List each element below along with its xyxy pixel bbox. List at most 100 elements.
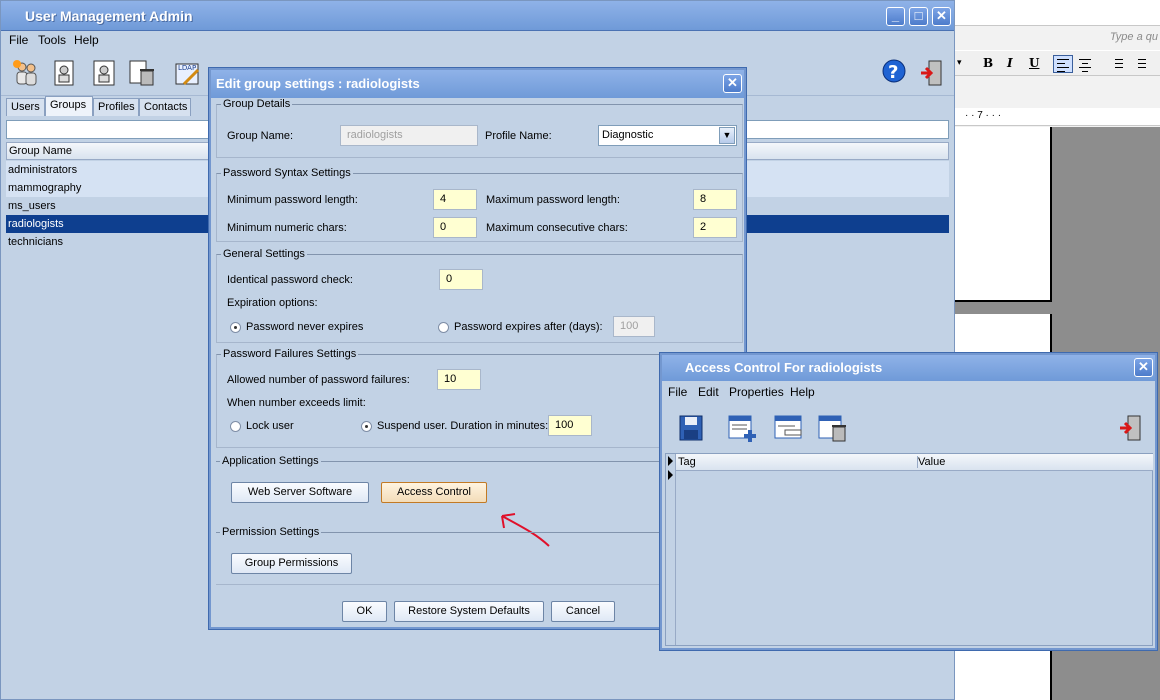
- section-legend: General Settings: [223, 248, 305, 260]
- italic-icon[interactable]: I: [1007, 56, 1013, 70]
- never-expires-radio[interactable]: [230, 322, 241, 333]
- min-length-field[interactable]: 4: [433, 189, 477, 210]
- min-length-label: Minimum password length:: [227, 194, 358, 206]
- dropdown-arrow-icon[interactable]: ▾: [957, 58, 962, 68]
- svg-text:?: ?: [888, 62, 898, 83]
- web-server-software-button[interactable]: Web Server Software: [231, 482, 369, 503]
- group-name-field: radiologists: [340, 125, 478, 146]
- expires-after-radio[interactable]: [438, 322, 449, 333]
- expiration-options-label: Expiration options:: [227, 297, 318, 309]
- delete-user-icon[interactable]: [125, 56, 159, 90]
- ask-question-box[interactable]: Type a qu: [1110, 31, 1158, 43]
- add-entry-icon[interactable]: [726, 411, 760, 445]
- max-length-label: Maximum password length:: [486, 194, 620, 206]
- main-titlebar: User Management Admin _ □ ✕: [1, 1, 954, 31]
- allowed-failures-label: Allowed number of password failures:: [227, 374, 410, 386]
- add-users-icon[interactable]: [9, 56, 43, 90]
- formatting-toolbar: ▾ B I U: [955, 50, 1160, 76]
- column-header-tag[interactable]: Tag: [678, 456, 696, 468]
- ldap-icon[interactable]: LDAP: [171, 56, 205, 90]
- max-consecutive-label: Maximum consecutive chars:: [486, 222, 628, 234]
- minimize-button[interactable]: _: [886, 7, 905, 26]
- numbering-icon[interactable]: [1107, 55, 1127, 73]
- table-header: Tag Value: [676, 454, 1153, 471]
- save-icon[interactable]: [674, 411, 708, 445]
- edit-entry-icon[interactable]: [772, 411, 806, 445]
- section-legend: Password Failures Settings: [223, 348, 357, 360]
- chevron-down-icon[interactable]: ▼: [719, 127, 735, 144]
- max-length-field[interactable]: 8: [693, 189, 737, 210]
- exit-icon[interactable]: [915, 56, 949, 90]
- document-page: [955, 127, 1052, 302]
- document-ruler: · · 7 · · ·: [955, 108, 1160, 126]
- profile-name-select[interactable]: Diagnostic ▼: [598, 125, 737, 146]
- access-menu-file[interactable]: File: [668, 385, 687, 399]
- max-consecutive-field[interactable]: 2: [693, 217, 737, 238]
- access-menu-help[interactable]: Help: [790, 385, 815, 399]
- row-header-column: [666, 454, 676, 645]
- suspend-duration-field[interactable]: 100: [548, 415, 592, 436]
- access-window-title: Access Control For radiologists: [685, 360, 883, 375]
- access-menu-properties[interactable]: Properties: [729, 385, 784, 399]
- tab-contacts[interactable]: Contacts: [139, 98, 191, 116]
- min-numeric-field[interactable]: 0: [433, 217, 477, 238]
- main-menubar: File Tools Help: [1, 31, 954, 51]
- align-center-icon[interactable]: [1075, 55, 1095, 73]
- column-header-value[interactable]: Value: [917, 456, 945, 468]
- section-legend: Group Details: [223, 98, 291, 110]
- lock-user-radio[interactable]: [230, 421, 241, 432]
- never-expires-label: Password never expires: [246, 321, 364, 333]
- dialog-close-button[interactable]: ✕: [723, 74, 742, 93]
- window-title: User Management Admin: [25, 8, 193, 24]
- suspend-user-label: Suspend user. Duration in minutes:: [377, 420, 549, 432]
- access-control-button[interactable]: Access Control: [381, 482, 487, 503]
- document-titlebar: [955, 0, 1160, 26]
- user-card-icon[interactable]: [47, 56, 81, 90]
- tab-profiles[interactable]: Profiles: [93, 98, 139, 116]
- access-menu-edit[interactable]: Edit: [698, 385, 719, 399]
- section-legend: Permission Settings: [222, 526, 320, 538]
- cancel-button[interactable]: Cancel: [551, 601, 615, 622]
- expires-after-field: 100: [613, 316, 655, 337]
- bullets-icon[interactable]: [1130, 55, 1150, 73]
- access-menubar: File Edit Properties Help: [662, 381, 1155, 403]
- menu-file[interactable]: File: [9, 33, 28, 47]
- allowed-failures-field[interactable]: 10: [437, 369, 481, 390]
- dialog-titlebar: Edit group settings : radiologists ✕: [211, 70, 744, 98]
- group-name-label: Group Name:: [227, 130, 294, 142]
- close-button[interactable]: ✕: [932, 7, 951, 26]
- lock-user-label: Lock user: [246, 420, 294, 432]
- access-titlebar: Access Control For radiologists ✕: [662, 355, 1155, 381]
- identical-check-label: Identical password check:: [227, 274, 353, 286]
- tab-groups[interactable]: Groups: [45, 96, 93, 116]
- profile-name-label: Profile Name:: [485, 130, 552, 142]
- access-control-table: Tag Value: [665, 453, 1153, 646]
- restore-defaults-button[interactable]: Restore System Defaults: [394, 601, 544, 622]
- access-control-window: Access Control For radiologists ✕ File E…: [660, 353, 1157, 650]
- tab-users[interactable]: Users: [6, 98, 45, 116]
- identical-check-field[interactable]: 0: [439, 269, 483, 290]
- group-permissions-button[interactable]: Group Permissions: [231, 553, 352, 574]
- delete-entry-icon[interactable]: [816, 411, 850, 445]
- expires-after-label: Password expires after (days):: [454, 321, 603, 333]
- help-icon[interactable]: ?: [877, 56, 911, 90]
- suspend-user-radio[interactable]: [361, 421, 372, 432]
- bold-icon[interactable]: B: [983, 56, 993, 70]
- ok-button[interactable]: OK: [342, 601, 387, 622]
- access-close-button[interactable]: ✕: [1134, 358, 1153, 377]
- menu-tools[interactable]: Tools: [38, 33, 66, 47]
- maximize-button[interactable]: □: [909, 7, 928, 26]
- section-legend: Password Syntax Settings: [223, 167, 351, 179]
- align-left-icon[interactable]: [1053, 55, 1073, 73]
- profile-name-value: Diagnostic: [602, 129, 654, 141]
- exit-icon[interactable]: [1114, 411, 1148, 445]
- menu-help[interactable]: Help: [74, 33, 99, 47]
- exceeds-limit-label: When number exceeds limit:: [227, 397, 366, 409]
- section-legend: Application Settings: [222, 455, 319, 467]
- dialog-title: Edit group settings : radiologists: [216, 76, 420, 91]
- min-numeric-label: Minimum numeric chars:: [227, 222, 347, 234]
- row-pointer-icon: [668, 456, 673, 480]
- underline-icon[interactable]: U: [1029, 56, 1039, 70]
- user-properties-icon[interactable]: [87, 56, 121, 90]
- svg-text:LDAP: LDAP: [178, 64, 196, 72]
